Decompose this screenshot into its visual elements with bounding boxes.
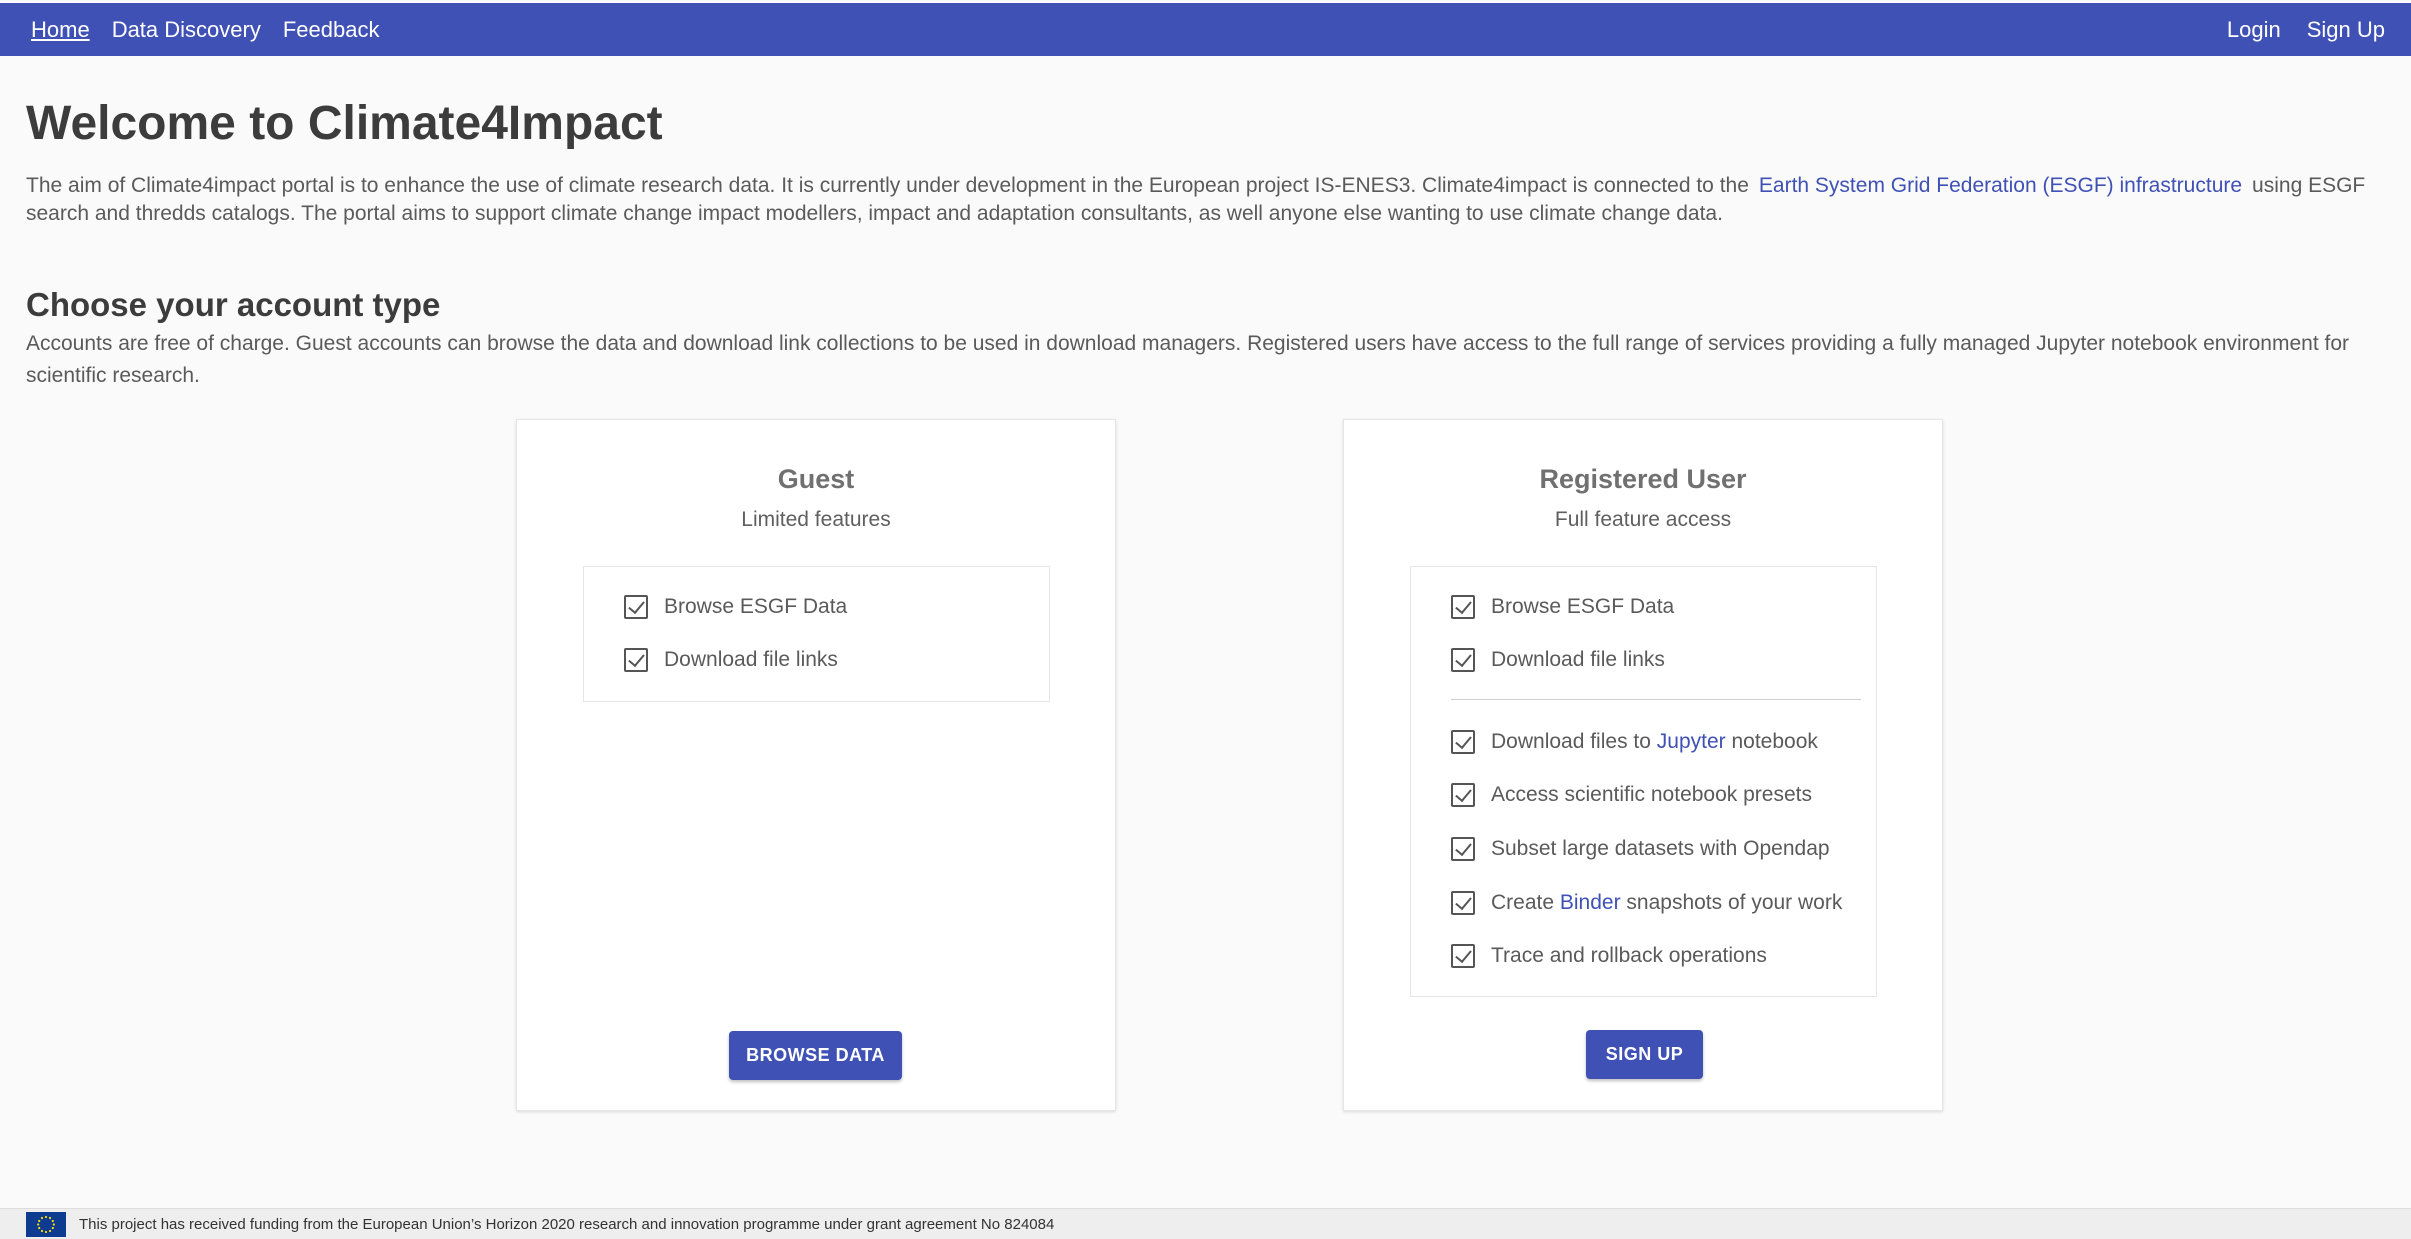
signup-link[interactable]: Sign Up [2307,17,2385,43]
feature-label: Download files to Jupyter notebook [1491,730,1818,754]
guest-card-subtitle: Limited features [741,508,891,531]
feature-label: Trace and rollback operations [1491,944,1767,967]
checkbox-checked-icon [1451,837,1475,861]
nav-feedback-link[interactable]: Feedback [283,17,380,43]
list-item: Download file links [1451,648,1665,672]
feature-text: Create [1491,891,1560,914]
guest-feature-list: Browse ESGF Data Download file links [583,566,1050,702]
jupyter-link[interactable]: Jupyter [1657,730,1726,753]
list-item: Browse ESGF Data [1451,595,1674,619]
registered-card: Registered User Full feature access Brow… [1343,419,1943,1111]
eu-flag-icon [26,1211,66,1237]
feature-label: Access scientific notebook presets [1491,783,1812,806]
registered-card-subtitle: Full feature access [1554,508,1732,531]
intro-text-before: The aim of Climate4impact portal is to e… [26,174,1749,197]
registered-card-title: Registered User [1539,464,1747,494]
esgf-link[interactable]: Earth System Grid Federation (ESGF) infr… [1759,174,2242,197]
checkbox-checked-icon [624,648,648,672]
account-type-heading: Choose your account type [26,286,441,323]
feature-divider [1451,699,1861,700]
feature-label: Browse ESGF Data [1491,595,1675,618]
guest-card-title: Guest [777,464,855,494]
feature-label: Download file links [1491,648,1665,671]
feature-text: notebook [1725,730,1818,753]
account-type-description: Accounts are free of charge. Guest accou… [26,332,2350,387]
binder-link[interactable]: Binder [1560,891,1621,914]
checkbox-checked-icon [1451,595,1475,619]
list-item: Create Binder snapshots of your work [1451,891,1842,915]
browse-data-button[interactable]: BROWSE DATA [729,1031,902,1080]
feature-label: Download file links [664,648,838,671]
intro-paragraph: The aim of Climate4impact portal is to e… [26,172,2396,228]
login-link[interactable]: Login [2227,17,2281,43]
nav-data-discovery-link[interactable]: Data Discovery [112,17,261,43]
footer-funding-text: This project has received funding from t… [79,1215,1055,1233]
nav-home-link[interactable]: Home [31,17,90,43]
feature-label: Browse ESGF Data [664,595,848,618]
guest-card: Guest Limited features Browse ESGF Data … [516,419,1116,1111]
feature-label: Subset large datasets with Opendap [1491,837,1830,860]
checkbox-checked-icon [1451,891,1475,915]
registered-feature-list: Browse ESGF Data Download file links Dow… [1410,566,1877,997]
main-nav: Home Data Discovery Feedback [31,17,379,43]
checkbox-checked-icon [624,595,648,619]
page-title: Welcome to Climate4Impact [26,97,663,150]
checkbox-checked-icon [1451,730,1475,754]
sign-up-button[interactable]: SIGN UP [1586,1030,1703,1079]
footer: This project has received funding from t… [0,1208,2411,1239]
checkbox-checked-icon [1451,783,1475,807]
top-navbar: Home Data Discovery Feedback Login Sign … [0,3,2411,56]
feature-text: Download files to [1491,730,1657,753]
feature-label: Create Binder snapshots of your work [1491,891,1842,915]
list-item: Browse ESGF Data [624,595,847,619]
list-item: Trace and rollback operations [1451,944,1767,968]
list-item: Download files to Jupyter notebook [1451,730,1818,754]
checkbox-checked-icon [1451,944,1475,968]
feature-text: snapshots of your work [1620,891,1843,914]
list-item: Subset large datasets with Opendap [1451,837,1830,861]
checkbox-checked-icon [1451,648,1475,672]
list-item: Access scientific notebook presets [1451,783,1812,807]
list-item: Download file links [624,648,838,672]
auth-links: Login Sign Up [2227,17,2385,43]
